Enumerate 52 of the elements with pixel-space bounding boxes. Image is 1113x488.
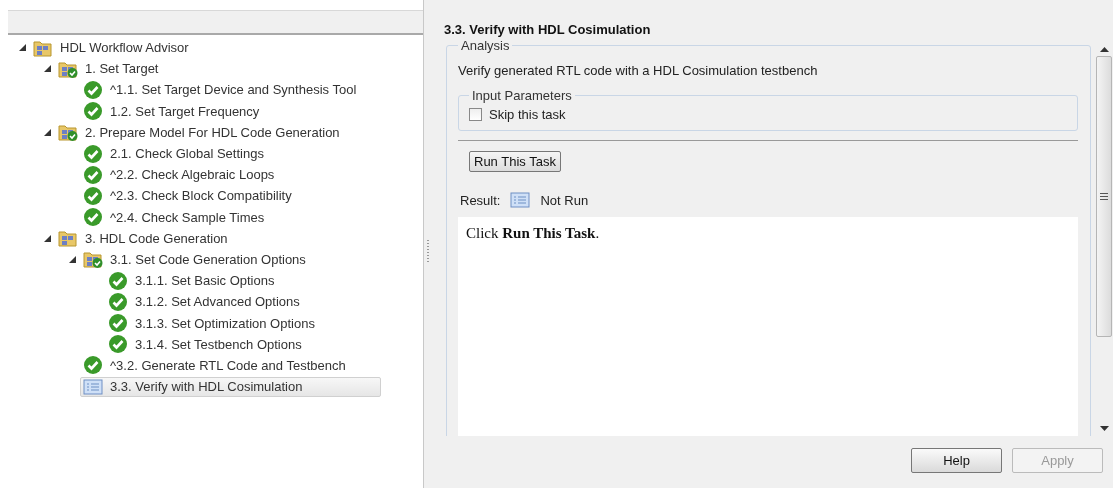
expand-arrow-icon[interactable] — [43, 65, 51, 73]
help-button[interactable]: Help — [911, 448, 1002, 473]
check-icon — [83, 101, 103, 122]
tree-item[interactable]: 3.1.4. Set Testbench Options — [105, 334, 381, 355]
folder-check-icon — [58, 123, 78, 142]
group-legend: Input Parameters — [469, 88, 575, 103]
check-icon — [83, 164, 103, 185]
folder-icon — [58, 229, 78, 248]
task-title: 3.3. Verify with HDL Cosimulation — [444, 22, 652, 39]
tree-item[interactable]: ^2.4. Check Sample Times — [80, 207, 381, 228]
tree-item[interactable]: 2.1. Check Global Settings — [80, 143, 381, 164]
run-task-button[interactable]: Run This Task — [469, 151, 561, 172]
expand-arrow-icon[interactable] — [43, 234, 51, 242]
result-label: Result: — [460, 192, 501, 208]
check-icon — [108, 291, 128, 312]
check-icon — [83, 143, 103, 164]
group-legend: Analysis — [458, 40, 513, 53]
check-icon — [108, 270, 128, 291]
check-icon — [83, 355, 103, 376]
folder-check-icon — [83, 250, 103, 269]
report-text: Click Run This Task. — [466, 225, 600, 241]
tree-item[interactable]: ^2.2. Check Algebraic Loops — [80, 164, 381, 185]
tree-item[interactable]: ^3.2. Generate RTL Code and Testbench — [80, 355, 381, 376]
tree-item[interactable]: 1. Set Target — [55, 58, 381, 79]
check-icon — [83, 79, 103, 100]
checkbox[interactable] — [469, 108, 482, 121]
check-icon — [108, 334, 128, 355]
tree-item[interactable]: ^2.3. Check Block Compatibility — [80, 185, 381, 206]
expand-arrow-icon[interactable] — [18, 44, 26, 52]
tree-item[interactable]: 3.1.1. Set Basic Options — [105, 270, 381, 291]
tree-item[interactable]: HDL Workflow Advisor — [30, 37, 381, 58]
check-icon — [83, 207, 103, 228]
tree-item[interactable]: 2. Prepare Model For HDL Code Generation — [55, 122, 381, 143]
result-list-icon — [510, 192, 531, 208]
scrollbar-thumb[interactable] — [1096, 56, 1112, 337]
expand-arrow-icon[interactable] — [68, 255, 76, 263]
folder-icon — [33, 38, 53, 57]
tree-item[interactable]: 3.1. Set Code Generation Options — [80, 249, 381, 270]
checkbox-label: Skip this task — [489, 107, 566, 122]
tree-item[interactable]: 3.3. Verify with HDL Cosimulation — [80, 376, 381, 397]
check-icon — [83, 185, 103, 206]
result-status: Not Run — [540, 192, 589, 208]
check-icon — [108, 313, 128, 334]
folder-check-icon — [58, 59, 78, 78]
tree-item[interactable]: 3. HDL Code Generation — [55, 228, 381, 249]
tree-item[interactable]: 3.1.3. Set Optimization Options — [105, 313, 381, 334]
tree-item[interactable]: 1.2. Set Target Frequency — [80, 101, 381, 122]
list-icon — [83, 378, 103, 395]
description-text: Verify generated RTL code with a HDL Cosimulation testbench — [458, 63, 819, 78]
tree-item[interactable]: ^1.1. Set Target Device and Synthesis Tool — [80, 79, 381, 100]
tree-item[interactable]: 3.1.2. Set Advanced Options — [105, 291, 381, 312]
expand-arrow-icon[interactable] — [43, 128, 51, 136]
